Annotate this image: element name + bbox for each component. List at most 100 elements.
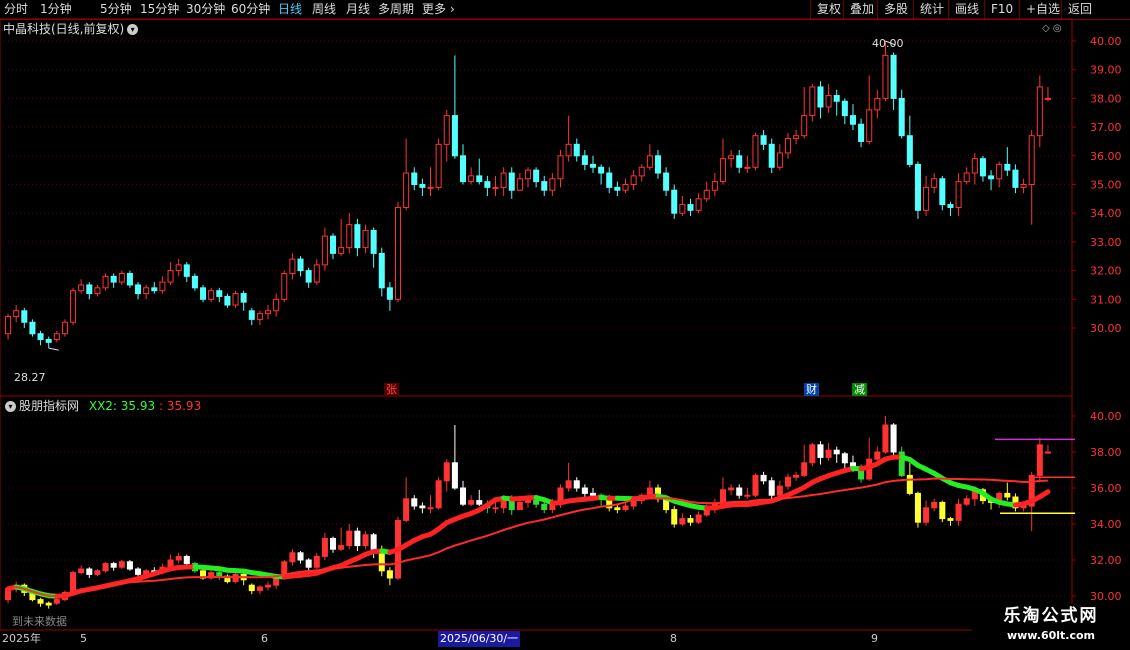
candle-body (768, 143, 775, 168)
candle-body (1020, 184, 1027, 188)
candle-body (500, 172, 507, 188)
candle-body (135, 284, 142, 295)
candle-body (622, 184, 629, 191)
ind-body (94, 570, 101, 575)
ind-body (622, 505, 629, 511)
ind-body (882, 424, 889, 453)
ind-body (906, 474, 913, 494)
main-axis-label: 37.00 (1090, 121, 1122, 134)
candle-body (451, 115, 458, 157)
candle-body (1036, 86, 1043, 137)
badge-cai[interactable]: 财 (804, 381, 819, 398)
candle-body (923, 186, 930, 211)
time-label-september: 9 (871, 632, 878, 645)
candle-body (37, 333, 44, 340)
low-marker-line (48, 347, 59, 351)
candle-body (200, 287, 207, 300)
time-label-august: 8 (670, 632, 677, 645)
ind-body (175, 555, 182, 561)
candle-body (468, 175, 475, 183)
candle-body (5, 316, 12, 335)
high-price-label: 40.00 (872, 37, 904, 50)
candle-body (29, 321, 36, 335)
indicator-series (5, 416, 1075, 609)
candle-body (21, 310, 28, 323)
ind-body (1004, 492, 1011, 498)
ind-body (53, 599, 60, 604)
candle-body (330, 235, 337, 254)
ind-body (833, 449, 840, 455)
main-axis-label: 38.00 (1090, 92, 1122, 105)
ind-body (305, 559, 312, 568)
ind-body (183, 555, 190, 565)
ind-body (801, 462, 808, 476)
candle-body (143, 287, 150, 295)
ind-body (630, 500, 637, 507)
candle-body (13, 310, 20, 318)
ind-body (760, 474, 767, 482)
ind-body (671, 509, 678, 525)
main-axis-label: 34.00 (1090, 207, 1122, 220)
ind-body (435, 480, 442, 509)
ind-body (784, 476, 791, 487)
candle-body (711, 181, 718, 191)
ind-body (419, 505, 426, 509)
ind-body (86, 568, 93, 575)
ind-body (273, 577, 280, 586)
main-axis-label: 30.00 (1090, 322, 1122, 335)
ind-body (955, 503, 962, 521)
candle-body (151, 287, 158, 292)
candle-body (443, 115, 450, 145)
ind-body (914, 492, 921, 523)
candle-body (614, 186, 621, 191)
ind-body (874, 451, 881, 460)
candle-body (874, 97, 881, 111)
ind-body (256, 586, 263, 592)
ind-body (135, 568, 142, 575)
ind-body (476, 500, 483, 505)
ind-body (297, 552, 304, 561)
candle-body (346, 224, 353, 249)
candle-body (273, 298, 280, 312)
ind-body (817, 444, 824, 458)
ind-body (939, 501, 946, 520)
candle-body (988, 175, 995, 180)
ind-body (459, 487, 467, 505)
ind-body (793, 474, 800, 478)
ind-body (931, 501, 938, 509)
candle-body (232, 293, 239, 306)
candle-body (841, 100, 848, 117)
candle-body (947, 204, 954, 208)
candle-body (549, 178, 556, 191)
badge-zhang[interactable]: 张 (384, 381, 399, 398)
indicator-axis-label: 30.00 (1090, 590, 1122, 603)
candle-body (971, 158, 978, 174)
candle-body (630, 175, 637, 185)
watermark-logo: 乐淘公式网 www.60lt.com (972, 604, 1130, 650)
candle-body (305, 270, 312, 283)
candle-body (289, 258, 296, 274)
candle-body (573, 143, 580, 157)
candle-body (362, 229, 369, 249)
candle-body (736, 155, 743, 168)
candle-body (565, 143, 572, 157)
candle-body (126, 272, 133, 286)
candle-body (386, 287, 393, 300)
candle-body (752, 135, 759, 168)
ind-body (427, 507, 434, 510)
main-axis-label: 39.00 (1090, 64, 1122, 77)
ind-body (468, 500, 475, 505)
badge-jian[interactable]: 减 (852, 381, 867, 398)
kline-chart[interactable]: 40.00 39.00 38.00 37.00 36.00 35.00 34.00 33.00… (0, 0, 1130, 650)
candle-body (297, 258, 304, 272)
indicator-axis-label: 40.00 (1090, 410, 1122, 423)
candle-body (760, 135, 767, 145)
candle-body (419, 184, 426, 188)
low-price-label: 28.27 (14, 371, 46, 384)
candle-body (598, 166, 605, 174)
ind-body (451, 462, 458, 489)
ind-body (248, 584, 255, 592)
candle-body (102, 275, 109, 289)
candle-body (61, 321, 68, 335)
candle-body (94, 287, 101, 295)
